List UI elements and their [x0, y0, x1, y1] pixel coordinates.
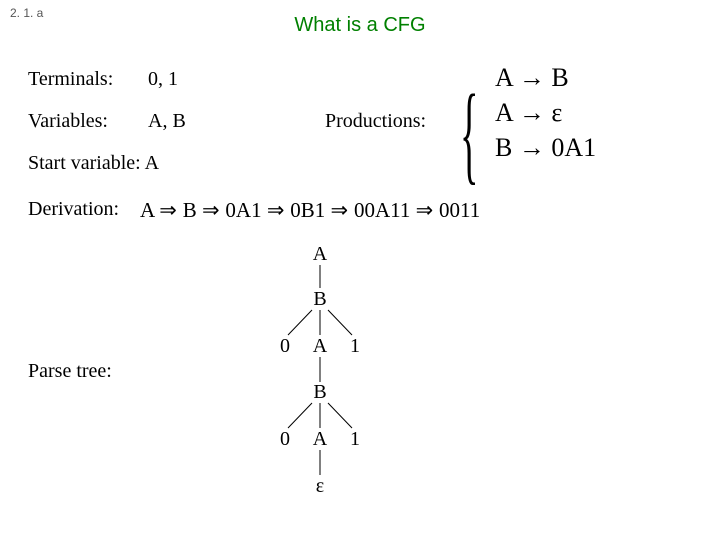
production-row: B → 0A1 [495, 130, 596, 165]
productions-label: Productions: [325, 110, 426, 133]
deriv-step: 00A11 [354, 198, 410, 222]
deriv-step: 0B1 [290, 198, 325, 222]
tree-node: 1 [350, 335, 360, 357]
double-arrow-icon: ⇒ [202, 199, 225, 222]
double-arrow-icon: ⇒ [416, 199, 439, 222]
prod-rhs: ε [551, 98, 562, 127]
parse-tree-label: Parse tree: [28, 360, 112, 383]
tree-node: B [313, 288, 326, 310]
productions-list: A → B A → ε B → 0A1 [495, 60, 596, 165]
prod-rhs: 0A1 [551, 133, 596, 162]
arrow-icon: → [519, 62, 545, 92]
deriv-step: 0A1 [225, 198, 261, 222]
double-arrow-icon: ⇒ [331, 199, 354, 222]
double-arrow-icon: ⇒ [267, 199, 290, 222]
tree-node: 0 [280, 335, 290, 357]
start-variable-label: Start variable: A [28, 152, 159, 175]
tree-node: B [313, 381, 326, 403]
production-row: A → B [495, 60, 596, 95]
tree-node: A [313, 243, 328, 265]
derivation-label: Derivation: [28, 198, 119, 221]
page-title: What is a CFG [0, 14, 720, 37]
prod-lhs: A [495, 63, 512, 92]
terminals-value: 0, 1 [148, 68, 178, 91]
tree-node: ε [316, 475, 324, 497]
double-arrow-icon: ⇒ [159, 199, 182, 222]
variables-label: Variables: [28, 110, 108, 133]
tree-node: 1 [350, 428, 360, 450]
arrow-icon: → [519, 97, 545, 127]
tree-node: A [313, 428, 328, 450]
variables-value: A, B [148, 110, 186, 133]
derivation-steps: A ⇒ B ⇒ 0A1 ⇒ 0B1 ⇒ 00A11 ⇒ 0011 [140, 198, 480, 223]
prod-lhs: A [495, 98, 512, 127]
prod-rhs: B [551, 63, 568, 92]
deriv-step: A [140, 198, 154, 222]
deriv-step: B [183, 198, 197, 222]
arrow-icon: → [519, 132, 545, 162]
tree-node: A [313, 335, 328, 357]
terminals-label: Terminals: [28, 68, 113, 91]
tree-node: 0 [280, 428, 290, 450]
deriv-step: 0011 [439, 198, 480, 222]
brace-icon: { [460, 70, 478, 197]
production-row: A → ε [495, 95, 596, 130]
prod-lhs: B [495, 133, 512, 162]
